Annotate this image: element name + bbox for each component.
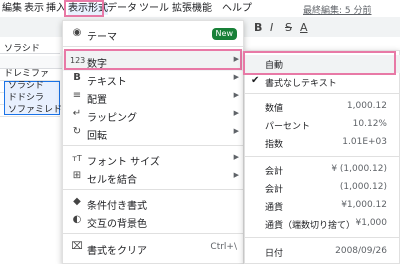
menu-item-conditional-formatting[interactable]: ◆ 条件付き書式 xyxy=(63,193,245,213)
menu-item-label: 交互の背景色 xyxy=(87,219,147,230)
menu-item-label: セルを結合 xyxy=(87,175,137,186)
menu-data[interactable]: データ xyxy=(107,3,137,15)
number-format-accounting[interactable]: 会計 ¥ (1,000.12) xyxy=(245,161,400,179)
submenu-item-label: 日付 xyxy=(265,249,284,259)
format-menu-highlight xyxy=(64,0,104,17)
name-box-value: ソラシド xyxy=(4,44,40,54)
number-format-percent[interactable]: パーセント 10.12% xyxy=(245,116,400,134)
number-format-submenu: 自動 ✔ 書式なしテキスト 数値 1,000.12 パーセント 10.12% 指… xyxy=(244,50,400,264)
chevron-right-icon: ▶ xyxy=(233,171,239,179)
menu-item-alignment[interactable]: ≡ 配置 ▶ xyxy=(63,87,245,107)
menu-insert[interactable]: 挿入 xyxy=(46,3,66,15)
menu-divider xyxy=(245,156,400,157)
number-format-date[interactable]: 日付 2008/09/26 xyxy=(245,243,400,261)
menu-item-merge-cells[interactable]: ⊞ セルを結合 ▶ xyxy=(63,167,245,187)
menu-view[interactable]: 表示 xyxy=(24,3,44,15)
shortcut-label: Ctrl+\ xyxy=(210,242,237,252)
font-size-icon: тT xyxy=(72,154,82,163)
submenu-item-label: 通貨 xyxy=(265,203,284,213)
menu-item-clear-formatting[interactable]: ⌧ 書式をクリア Ctrl+\ xyxy=(63,238,245,258)
menu-divider xyxy=(245,93,400,94)
menu-divider xyxy=(63,189,245,190)
menu-edit[interactable]: 編集 xyxy=(2,3,22,15)
menu-extensions[interactable]: 拡張機能 xyxy=(172,3,212,15)
menu-tools[interactable]: ツール xyxy=(139,3,169,15)
clear-format-icon: ⌧ xyxy=(71,241,83,252)
menu-item-label: 回転 xyxy=(87,131,107,142)
submenu-item-label: 数値 xyxy=(265,104,284,114)
rotate-icon: ↻ xyxy=(72,126,82,137)
wrap-icon: ↵ xyxy=(72,108,82,119)
number-format-scientific[interactable]: 指数 1.01E+03 xyxy=(245,134,400,152)
chevron-right-icon: ▶ xyxy=(233,91,239,99)
bold-button[interactable]: B xyxy=(254,21,262,34)
bold-text-icon: B xyxy=(73,72,81,83)
format-example: ¥ (1,000.12) xyxy=(331,164,387,174)
format-example: ¥1,000.12 xyxy=(341,200,387,210)
number-format-currency-rounded[interactable]: 通貨（端数切り捨て） ¥1,000 xyxy=(245,215,400,233)
menu-item-theme[interactable]: ◉ テーマ New xyxy=(63,24,245,44)
number-format-currency[interactable]: 通貨 ¥1,000.12 xyxy=(245,197,400,215)
grid-line xyxy=(0,116,60,117)
menu-item-label: 配置 xyxy=(87,95,107,106)
number-format-plain-text[interactable]: ✔ 書式なしテキスト xyxy=(245,73,400,91)
submenu-item-label: 会計 xyxy=(265,185,284,195)
cell-a2[interactable]: ソラシド xyxy=(8,81,44,92)
format-example: ¥1,000 xyxy=(355,218,388,228)
palette-icon: ◉ xyxy=(72,27,82,38)
submenu-item-label: 通貨（端数切り捨て） xyxy=(265,221,356,231)
format-example: 1.01E+03 xyxy=(342,137,387,147)
menu-divider xyxy=(245,237,400,238)
number-item-highlight xyxy=(64,49,242,70)
last-edit-link[interactable]: 最終編集: 5 分前 xyxy=(303,3,371,16)
menu-item-rotation[interactable]: ↻ 回転 ▶ xyxy=(63,123,245,143)
chevron-right-icon: ▶ xyxy=(233,109,239,117)
format-example: 10.12% xyxy=(352,119,387,129)
menu-item-label: ラッピング xyxy=(87,113,137,124)
menu-divider xyxy=(63,46,245,47)
cell-a1[interactable]: ドレミファ xyxy=(4,69,49,80)
menu-item-label: フォント サイズ xyxy=(87,157,160,168)
number-format-financial[interactable]: 会計 (1,000.12) xyxy=(245,179,400,197)
italic-button[interactable]: I xyxy=(270,21,273,34)
alternating-colors-icon: ◐ xyxy=(72,214,82,225)
menu-divider xyxy=(63,145,245,146)
cell-a3[interactable]: ドドシラ xyxy=(8,93,44,104)
strikethrough-button[interactable]: S xyxy=(285,21,292,34)
checkmark-icon: ✔ xyxy=(251,75,260,86)
menu-item-text[interactable]: B テキスト ▶ xyxy=(63,69,245,89)
menu-item-label: テーマ xyxy=(87,32,117,43)
submenu-item-label: 指数 xyxy=(265,140,284,150)
menu-divider xyxy=(63,233,245,234)
menu-item-label: 条件付き書式 xyxy=(87,201,147,212)
merge-cells-icon: ⊞ xyxy=(72,170,82,181)
cell-a4[interactable]: ソファミレド xyxy=(8,105,62,116)
menu-item-label: テキスト xyxy=(87,77,127,88)
menu-item-font-size[interactable]: тT フォント サイズ ▶ xyxy=(63,149,245,169)
align-icon: ≡ xyxy=(72,90,82,101)
menu-item-wrapping[interactable]: ↵ ラッピング ▶ xyxy=(63,105,245,125)
menu-bar: 編集 表示 挿入 表示形式 データ ツール 拡張機能 ヘルプ 最終編集: 5 分… xyxy=(0,0,400,17)
automatic-item-highlight xyxy=(243,51,396,75)
menu-help[interactable]: ヘルプ xyxy=(222,3,252,15)
text-color-button[interactable]: A xyxy=(300,21,308,34)
submenu-item-label: パーセント xyxy=(265,122,311,132)
submenu-item-label: 書式なしテキスト xyxy=(265,79,337,89)
submenu-item-label: 会計 xyxy=(265,167,284,177)
chevron-right-icon: ▶ xyxy=(233,73,239,81)
new-badge: New xyxy=(211,28,237,40)
chevron-right-icon: ▶ xyxy=(233,127,239,135)
number-format-number[interactable]: 数値 1,000.12 xyxy=(245,98,400,116)
menu-item-alternating-colors[interactable]: ◐ 交互の背景色 xyxy=(63,211,245,231)
format-example: 2008/09/26 xyxy=(335,246,387,256)
format-example: 1,000.12 xyxy=(346,101,387,111)
chevron-right-icon: ▶ xyxy=(233,153,239,161)
format-example: (1,000.12) xyxy=(339,182,387,192)
menu-item-label: 書式をクリア xyxy=(87,246,147,257)
name-box[interactable]: ソラシド xyxy=(0,38,60,54)
paint-bucket-icon: ◆ xyxy=(73,196,81,207)
